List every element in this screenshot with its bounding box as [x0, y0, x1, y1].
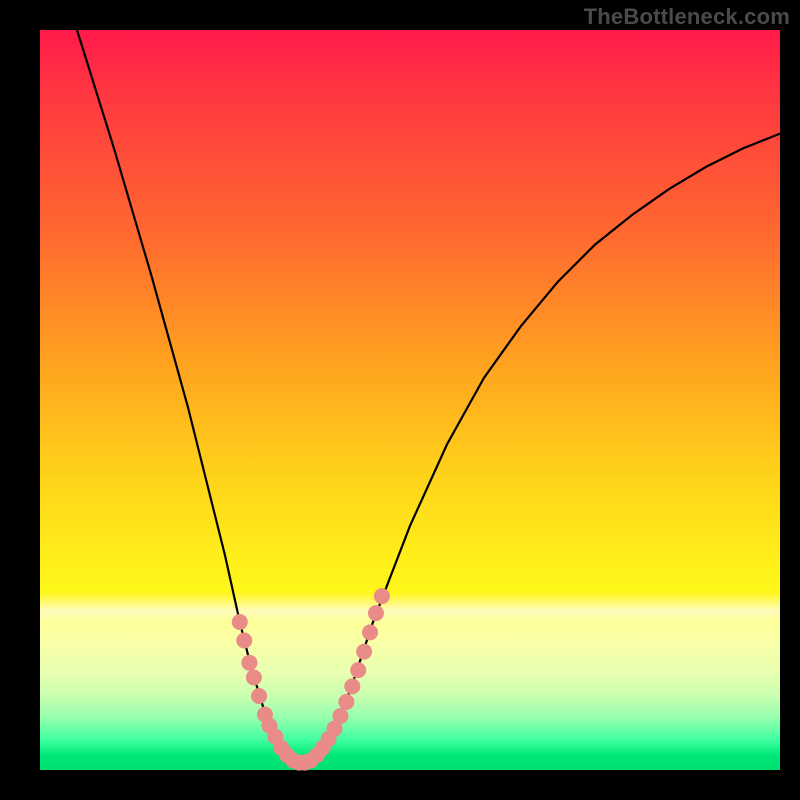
salmon-dot: [368, 605, 384, 621]
bottleneck-curve: [77, 30, 780, 763]
salmon-dot: [236, 633, 252, 649]
salmon-dot: [374, 588, 390, 604]
salmon-dot: [362, 624, 378, 640]
salmon-dot: [332, 708, 348, 724]
salmon-dot: [344, 678, 360, 694]
salmon-dot: [356, 644, 372, 660]
salmon-dot: [246, 670, 262, 686]
plot-area: [40, 30, 780, 770]
chart-frame: TheBottleneck.com: [0, 0, 800, 800]
salmon-dot: [241, 655, 257, 671]
curve-layer: [40, 30, 780, 770]
watermark-text: TheBottleneck.com: [584, 4, 790, 30]
salmon-dot: [338, 694, 354, 710]
salmon-dot: [232, 614, 248, 630]
salmon-dots-group: [232, 588, 390, 771]
salmon-dot: [350, 662, 366, 678]
salmon-dot: [251, 688, 267, 704]
